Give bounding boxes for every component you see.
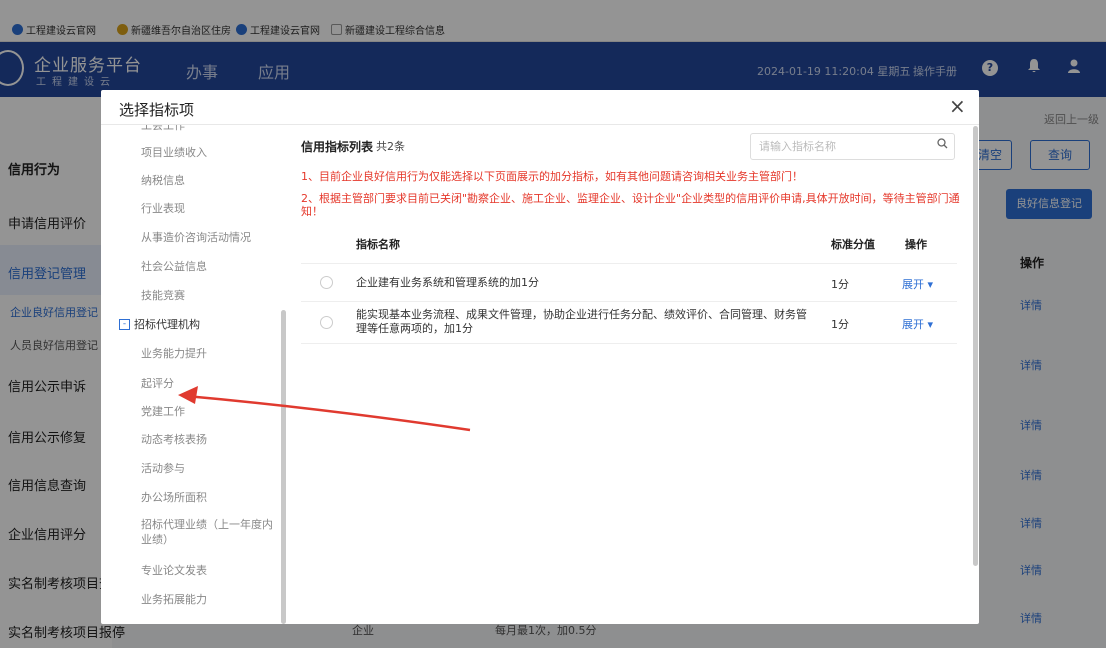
list-count: 共2条	[376, 140, 405, 153]
indicator-name: 能实现基本业务流程、成果文件管理，协助企业进行任务分配、绩效评价、合同管理、财务…	[356, 308, 807, 335]
column-header-op: 操作	[905, 238, 927, 251]
indicator-score: 1分	[831, 278, 849, 291]
tree-item[interactable]: 业务拓展能力	[141, 591, 207, 607]
row-radio[interactable]	[320, 316, 333, 329]
tree-parent-agency[interactable]: - 招标代理机构	[119, 316, 200, 332]
tree-item-start-score[interactable]: 起评分	[141, 375, 174, 391]
tree-parent-label: 招标代理机构	[134, 318, 200, 331]
column-header-score: 标准分值	[831, 238, 875, 251]
collapse-icon[interactable]: -	[119, 318, 130, 330]
close-icon[interactable]: ×	[949, 94, 966, 118]
table-row[interactable]: 企业建有业务系统和管理系统的加1分 1分 展开 ▾	[301, 264, 957, 302]
tree-item[interactable]: 专业论文发表	[141, 562, 207, 578]
expand-link[interactable]: 展开 ▾	[902, 316, 933, 332]
notice-2: 2、根据主管部门要求目前已关闭"勘察企业、施工企业、监理企业、设计企业"企业类型…	[301, 192, 960, 218]
row-radio[interactable]	[320, 276, 333, 289]
indicator-tree: 工会工作 项目业绩收入 纳税信息 行业表现 从事造价咨询活动情况 社会公益信息 …	[101, 125, 287, 624]
tree-item[interactable]: 招标代理业绩（上一年度内业绩）	[141, 517, 281, 547]
tree-item[interactable]: 项目业绩收入	[141, 144, 207, 160]
tree-item[interactable]: 工会工作	[141, 125, 185, 133]
tree-scrollbar[interactable]	[281, 310, 286, 624]
expand-link[interactable]: 展开 ▾	[902, 276, 933, 292]
tree-item[interactable]: 纳税信息	[141, 172, 185, 188]
content-scrollbar[interactable]	[973, 126, 978, 566]
tree-item[interactable]: 业务能力提升	[141, 345, 207, 361]
list-title: 信用指标列表	[301, 140, 374, 154]
select-indicator-dialog: 选择指标项 × 工会工作 项目业绩收入 纳税信息 行业表现 从事造价咨询活动情况…	[101, 90, 979, 624]
indicator-name: 企业建有业务系统和管理系统的加1分	[356, 276, 539, 289]
tree-item[interactable]: 行业表现	[141, 200, 185, 216]
search-box	[750, 133, 955, 160]
indicator-score: 1分	[831, 318, 849, 331]
tree-item[interactable]: 党建工作	[141, 403, 185, 419]
tree-item[interactable]: 活动参与	[141, 460, 185, 476]
search-input[interactable]	[759, 139, 929, 154]
app-root: 工程建设云官网 新疆维吾尔自治区住房 工程建设云官网 新疆建设工程综合信息 企业…	[0, 0, 1106, 648]
tree-item[interactable]: 从事造价咨询活动情况	[141, 229, 251, 245]
indicator-list-panel: 信用指标列表 共2条 1、目前企业良好信用行为仅能选择以下页面展示的加分指标，如…	[287, 125, 979, 624]
search-icon[interactable]	[937, 138, 948, 152]
column-header-name: 指标名称	[356, 238, 400, 251]
table-row[interactable]: 能实现基本业务流程、成果文件管理，协助企业进行任务分配、绩效评价、合同管理、财务…	[301, 302, 957, 344]
tree-item[interactable]: 社会公益信息	[141, 258, 207, 274]
notice-1: 1、目前企业良好信用行为仅能选择以下页面展示的加分指标，如有其他问题请咨询相关业…	[301, 170, 803, 183]
tree-item[interactable]: 技能竞赛	[141, 287, 185, 303]
tree-item[interactable]: 动态考核表扬	[141, 431, 207, 447]
dialog-title: 选择指标项	[119, 101, 195, 119]
tree-item[interactable]: 办公场所面积	[141, 489, 207, 505]
